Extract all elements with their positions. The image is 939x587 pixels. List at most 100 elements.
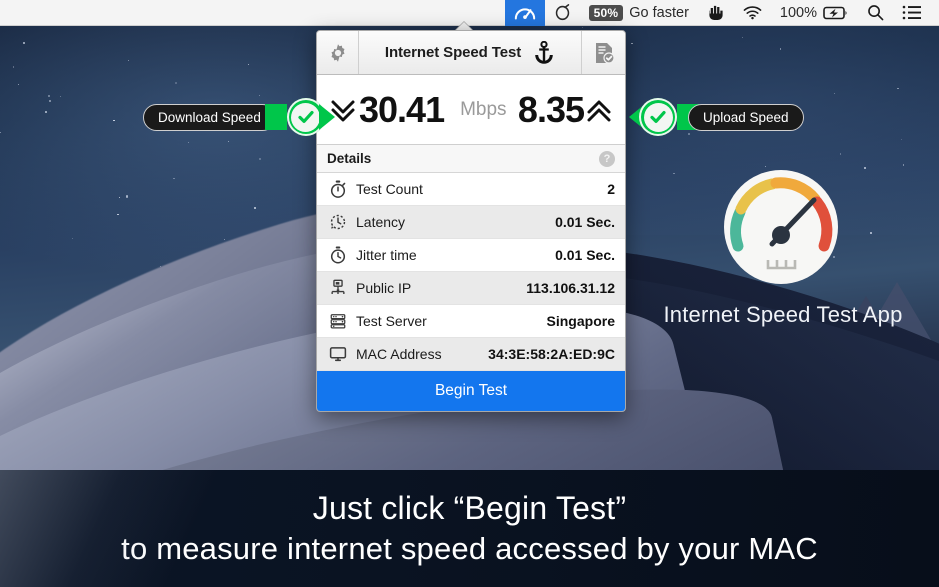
go-faster-label: Go faster [629,4,689,21]
star [18,83,20,85]
star [227,140,230,143]
star [187,142,189,144]
menubar-search-icon[interactable] [858,0,893,26]
report-check-icon [595,42,615,64]
promo-title: Internet Speed Test App [663,302,903,327]
battery-percent: 100% [779,4,817,21]
download-check-inner [291,102,321,132]
star [247,63,250,65]
begin-test-button[interactable]: Begin Test [317,371,625,411]
star [0,131,2,133]
settings-button[interactable] [317,31,359,74]
download-callout-label: Download Speed [143,103,276,131]
star [902,164,905,166]
details-row-label: Public IP [356,280,412,296]
details-rows: Test Count 2 Latency 0.01 Sec. Jitter time 0.… [317,173,625,371]
upload-speed-value: 8.35 [517,88,585,130]
star [47,94,51,98]
download-speed-value: 30.41 [359,88,445,130]
star [834,93,836,95]
menubar-speedometer-icon[interactable] [504,0,545,26]
popover-header: Internet Speed Test [317,31,625,75]
report-button[interactable] [581,31,625,74]
network-node-icon [327,279,349,297]
help-icon[interactable]: ? [599,150,615,167]
speed-test-popover: Internet Speed Test 30.41 Mbps 8.35 Deta… [316,30,626,412]
menubar-wifi-icon[interactable] [734,0,771,26]
wifi-icon [743,6,762,20]
star [72,237,74,239]
check-icon [650,111,666,123]
details-header: Details ? [317,145,625,173]
latency-clock-icon [327,213,349,231]
check-icon [298,111,314,123]
double-chevron-up-icon [587,100,611,121]
go-faster-badge: 50% [588,4,624,21]
upload-check-badge [639,98,677,136]
star [60,96,62,98]
speedometer-icon [514,7,535,20]
details-row-label: MAC Address [356,346,442,362]
details-title: Details [327,151,372,166]
star [224,238,226,240]
menubar-hand-icon[interactable] [698,0,734,26]
callout-connector-left [264,104,287,130]
menubar-link-icon[interactable] [545,0,580,26]
gear-icon [330,43,345,62]
star [259,158,262,160]
details-row-label: Jitter time [356,247,417,263]
star [742,36,744,38]
caption-line-1: Just click “Begin Test” [312,490,627,526]
star [119,196,121,198]
star [172,177,175,180]
star [764,165,766,167]
upload-speed-group: 8.35 [518,89,613,131]
upload-speed-callout: Upload Speed [629,98,804,136]
star [127,60,129,62]
details-row-label: Latency [356,214,406,230]
star [174,82,177,84]
search-icon [868,5,884,21]
server-rack-icon [327,312,349,330]
star [22,41,25,44]
details-row-value: 0.01 Sec. [555,214,615,230]
star [44,111,47,114]
details-row-latency: Latency 0.01 Sec. [317,206,625,239]
star [253,207,257,210]
details-row-public-ip: Public IP 113.106.31.12 [317,272,625,305]
monitor-icon [327,345,349,363]
details-row-test-server: Test Server Singapore [317,305,625,338]
details-row-value: Singapore [546,313,615,329]
star [48,99,51,102]
download-speed-group: 30.41 Mbps [329,89,507,131]
jitter-clock-icon [327,246,349,264]
link-icon [555,4,569,21]
popover-title-group: Internet Speed Test [359,31,581,74]
details-row-value: 2 [607,181,615,197]
download-speed-callout: Download Speed [143,98,335,136]
star [673,172,675,174]
menubar-control-center-icon[interactable] [893,0,931,26]
details-row-value: 34:3E:58:2A:ED:9C [488,346,615,362]
details-row-jitter-time: Jitter time 0.01 Sec. [317,239,625,272]
screen: 50% Go faster 100% Internet Speed Test 3… [0,0,939,587]
upload-callout-label: Upload Speed [688,103,804,131]
details-row-mac-address: MAC Address 34:3E:58:2A:ED:9C [317,338,625,371]
star [113,119,115,122]
menubar-go-faster[interactable]: 50% Go faster [580,0,698,26]
details-row-value: 113.106.31.12 [526,280,615,296]
battery-charging-icon [823,6,847,19]
star [125,195,129,198]
star [12,66,14,68]
details-row-test-count: Test Count 2 [317,173,625,206]
menubar-battery[interactable]: 100% [771,0,858,26]
speed-summary: 30.41 Mbps 8.35 [317,75,625,145]
speed-unit: Mbps [460,98,507,120]
app-gauge [716,168,846,290]
download-callout-arrow [318,104,335,130]
hand-icon [709,5,723,21]
star [259,95,261,97]
star [779,48,782,50]
upload-check-inner [643,102,673,132]
anchor-icon[interactable] [533,40,555,65]
